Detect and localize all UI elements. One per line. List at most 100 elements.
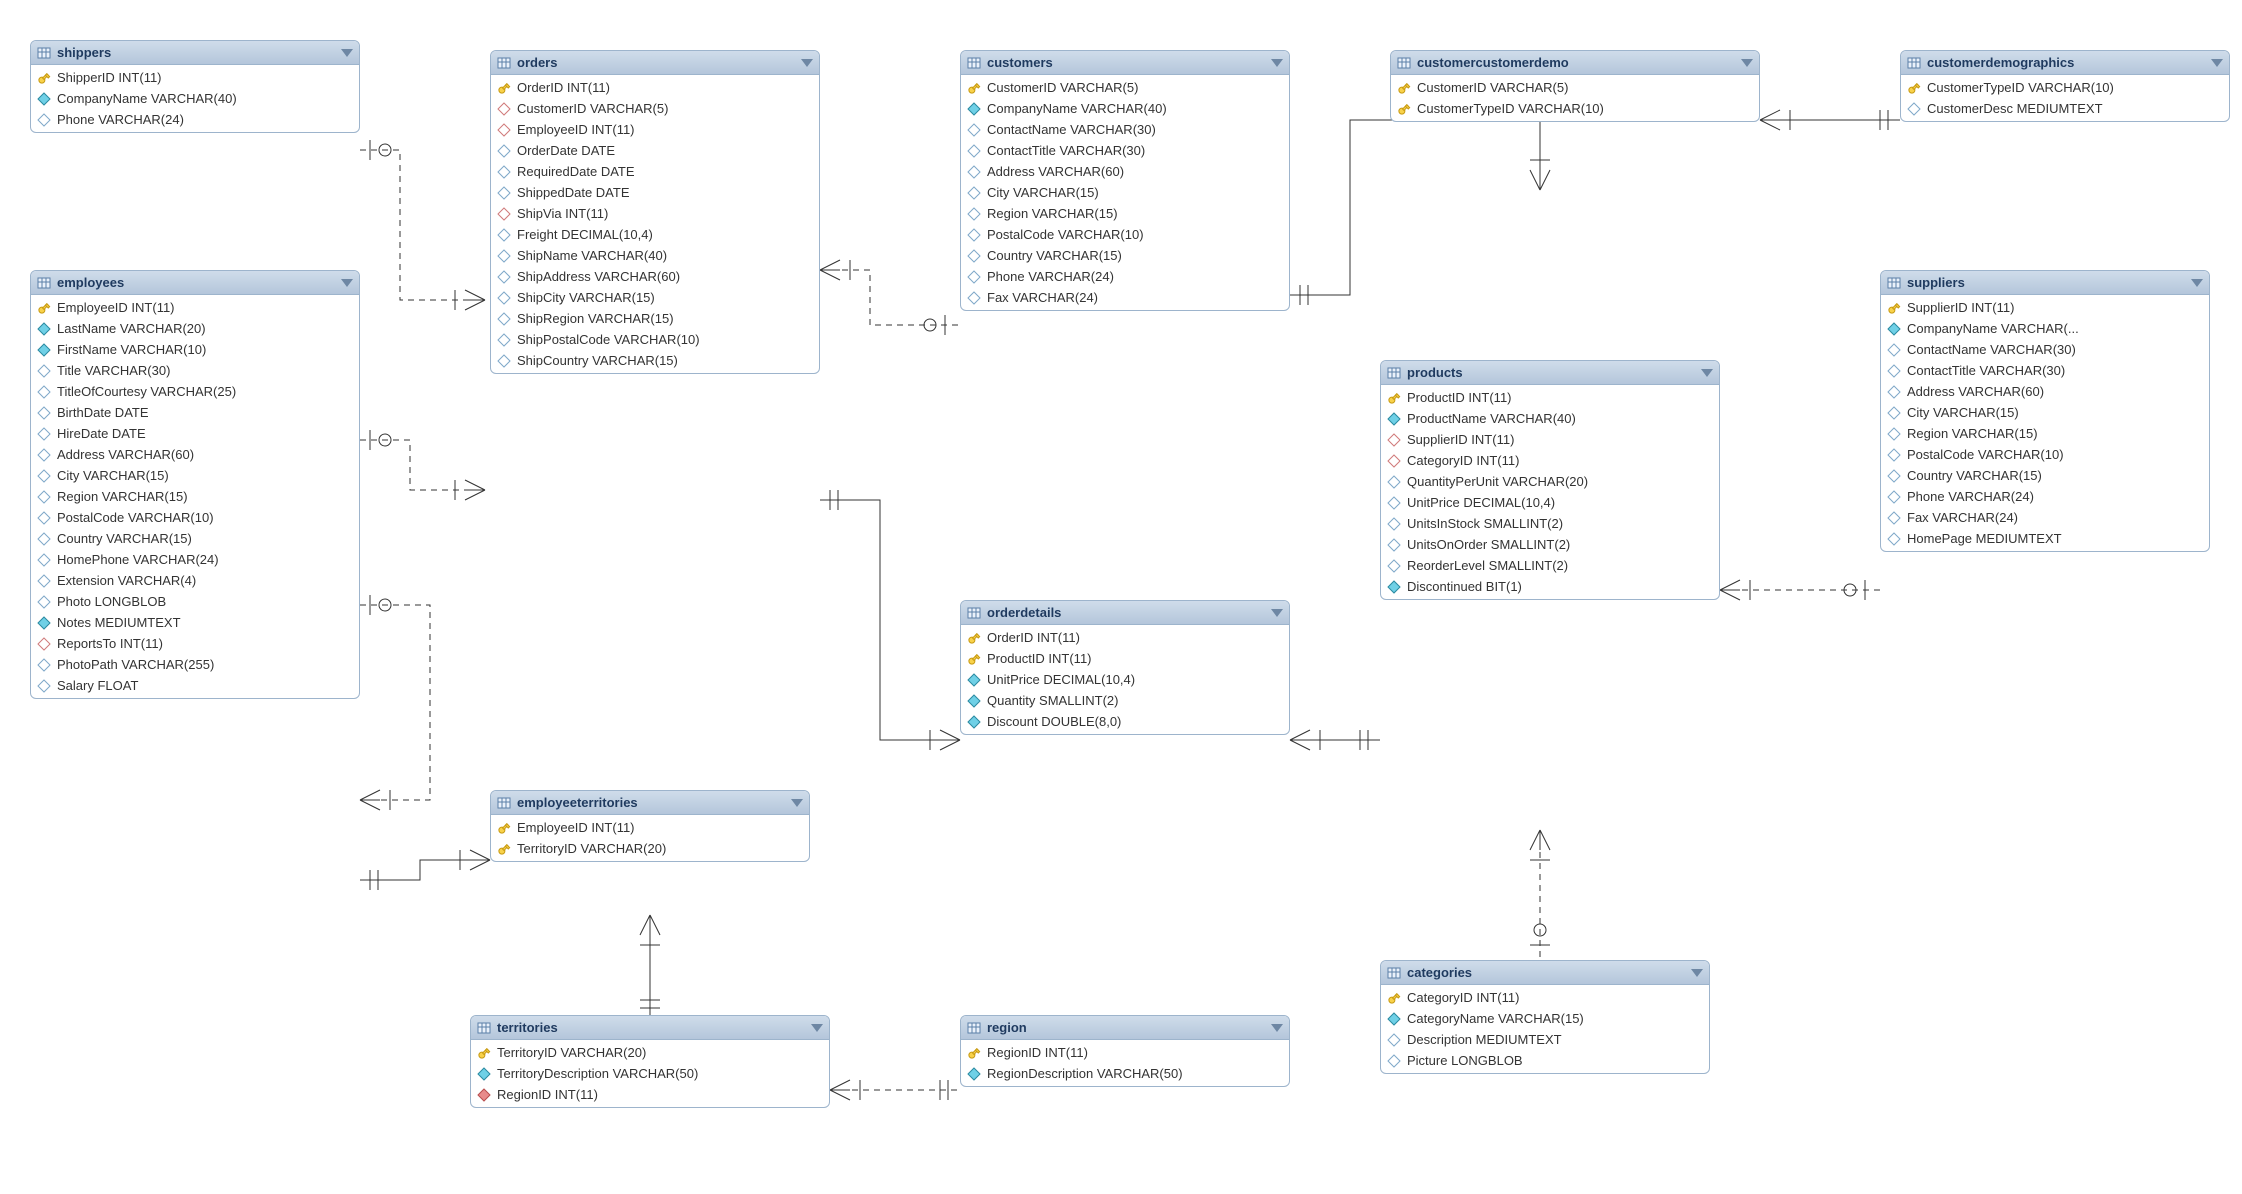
column-customers-9[interactable]: Phone VARCHAR(24) <box>961 266 1289 287</box>
column-orders-5[interactable]: ShippedDate DATE <box>491 182 819 203</box>
entity-customers[interactable]: customers CustomerID VARCHAR(5)CompanyNa… <box>960 50 1290 311</box>
collapse-icon[interactable] <box>1271 59 1283 67</box>
column-employees-10[interactable]: PostalCode VARCHAR(10) <box>31 507 359 528</box>
column-suppliers-5[interactable]: City VARCHAR(15) <box>1881 402 2209 423</box>
column-suppliers-3[interactable]: ContactTitle VARCHAR(30) <box>1881 360 2209 381</box>
column-orders-4[interactable]: RequiredDate DATE <box>491 161 819 182</box>
column-products-8[interactable]: ReorderLevel SMALLINT(2) <box>1381 555 1719 576</box>
column-products-4[interactable]: QuantityPerUnit VARCHAR(20) <box>1381 471 1719 492</box>
collapse-icon[interactable] <box>2211 59 2223 67</box>
column-employees-11[interactable]: Country VARCHAR(15) <box>31 528 359 549</box>
column-customercustomerdemo-0[interactable]: CustomerID VARCHAR(5) <box>1391 77 1759 98</box>
entity-header[interactable]: employees <box>31 271 359 295</box>
entity-header[interactable]: customers <box>961 51 1289 75</box>
entity-header[interactable]: orderdetails <box>961 601 1289 625</box>
entity-employeeterritories[interactable]: employeeterritories EmployeeID INT(11)Te… <box>490 790 810 862</box>
column-territories-1[interactable]: TerritoryDescription VARCHAR(50) <box>471 1063 829 1084</box>
column-suppliers-9[interactable]: Phone VARCHAR(24) <box>1881 486 2209 507</box>
entity-region[interactable]: region RegionID INT(11)RegionDescription… <box>960 1015 1290 1087</box>
column-orders-6[interactable]: ShipVia INT(11) <box>491 203 819 224</box>
column-orders-10[interactable]: ShipCity VARCHAR(15) <box>491 287 819 308</box>
entity-header[interactable]: categories <box>1381 961 1709 985</box>
entity-customerdemographics[interactable]: customerdemographics CustomerTypeID VARC… <box>1900 50 2230 122</box>
column-employees-5[interactable]: BirthDate DATE <box>31 402 359 423</box>
column-products-2[interactable]: SupplierID INT(11) <box>1381 429 1719 450</box>
column-customers-8[interactable]: Country VARCHAR(15) <box>961 245 1289 266</box>
entity-header[interactable]: products <box>1381 361 1719 385</box>
collapse-icon[interactable] <box>811 1024 823 1032</box>
column-employeeterritories-0[interactable]: EmployeeID INT(11) <box>491 817 809 838</box>
column-customercustomerdemo-1[interactable]: CustomerTypeID VARCHAR(10) <box>1391 98 1759 119</box>
column-products-5[interactable]: UnitPrice DECIMAL(10,4) <box>1381 492 1719 513</box>
collapse-icon[interactable] <box>341 279 353 287</box>
column-orders-1[interactable]: CustomerID VARCHAR(5) <box>491 98 819 119</box>
entity-orders[interactable]: orders OrderID INT(11)CustomerID VARCHAR… <box>490 50 820 374</box>
collapse-icon[interactable] <box>1271 609 1283 617</box>
column-orders-8[interactable]: ShipName VARCHAR(40) <box>491 245 819 266</box>
column-customers-2[interactable]: ContactName VARCHAR(30) <box>961 119 1289 140</box>
column-employeeterritories-1[interactable]: TerritoryID VARCHAR(20) <box>491 838 809 859</box>
column-orderdetails-0[interactable]: OrderID INT(11) <box>961 627 1289 648</box>
column-categories-0[interactable]: CategoryID INT(11) <box>1381 987 1709 1008</box>
column-employees-13[interactable]: Extension VARCHAR(4) <box>31 570 359 591</box>
column-customers-10[interactable]: Fax VARCHAR(24) <box>961 287 1289 308</box>
column-customers-5[interactable]: City VARCHAR(15) <box>961 182 1289 203</box>
entity-shippers[interactable]: shippers ShipperID INT(11)CompanyName VA… <box>30 40 360 133</box>
column-employees-7[interactable]: Address VARCHAR(60) <box>31 444 359 465</box>
column-employees-16[interactable]: ReportsTo INT(11) <box>31 633 359 654</box>
entity-header[interactable]: region <box>961 1016 1289 1040</box>
column-territories-2[interactable]: RegionID INT(11) <box>471 1084 829 1105</box>
column-employees-12[interactable]: HomePhone VARCHAR(24) <box>31 549 359 570</box>
column-suppliers-10[interactable]: Fax VARCHAR(24) <box>1881 507 2209 528</box>
column-suppliers-6[interactable]: Region VARCHAR(15) <box>1881 423 2209 444</box>
entity-header[interactable]: suppliers <box>1881 271 2209 295</box>
entity-header[interactable]: shippers <box>31 41 359 65</box>
column-employees-14[interactable]: Photo LONGBLOB <box>31 591 359 612</box>
column-employees-8[interactable]: City VARCHAR(15) <box>31 465 359 486</box>
column-orders-11[interactable]: ShipRegion VARCHAR(15) <box>491 308 819 329</box>
entity-header[interactable]: customercustomerdemo <box>1391 51 1759 75</box>
column-orders-12[interactable]: ShipPostalCode VARCHAR(10) <box>491 329 819 350</box>
column-orders-13[interactable]: ShipCountry VARCHAR(15) <box>491 350 819 371</box>
column-suppliers-2[interactable]: ContactName VARCHAR(30) <box>1881 339 2209 360</box>
column-customerdemographics-1[interactable]: CustomerDesc MEDIUMTEXT <box>1901 98 2229 119</box>
column-products-7[interactable]: UnitsOnOrder SMALLINT(2) <box>1381 534 1719 555</box>
column-shippers-2[interactable]: Phone VARCHAR(24) <box>31 109 359 130</box>
column-customers-1[interactable]: CompanyName VARCHAR(40) <box>961 98 1289 119</box>
column-categories-1[interactable]: CategoryName VARCHAR(15) <box>1381 1008 1709 1029</box>
column-orderdetails-1[interactable]: ProductID INT(11) <box>961 648 1289 669</box>
column-region-0[interactable]: RegionID INT(11) <box>961 1042 1289 1063</box>
column-customerdemographics-0[interactable]: CustomerTypeID VARCHAR(10) <box>1901 77 2229 98</box>
column-suppliers-0[interactable]: SupplierID INT(11) <box>1881 297 2209 318</box>
column-orders-3[interactable]: OrderDate DATE <box>491 140 819 161</box>
column-employees-17[interactable]: PhotoPath VARCHAR(255) <box>31 654 359 675</box>
column-products-1[interactable]: ProductName VARCHAR(40) <box>1381 408 1719 429</box>
column-shippers-1[interactable]: CompanyName VARCHAR(40) <box>31 88 359 109</box>
column-employees-0[interactable]: EmployeeID INT(11) <box>31 297 359 318</box>
column-customers-0[interactable]: CustomerID VARCHAR(5) <box>961 77 1289 98</box>
entity-header[interactable]: customerdemographics <box>1901 51 2229 75</box>
entity-customercustomerdemo[interactable]: customercustomerdemo CustomerID VARCHAR(… <box>1390 50 1760 122</box>
column-suppliers-7[interactable]: PostalCode VARCHAR(10) <box>1881 444 2209 465</box>
column-region-1[interactable]: RegionDescription VARCHAR(50) <box>961 1063 1289 1084</box>
entity-suppliers[interactable]: suppliers SupplierID INT(11)CompanyName … <box>1880 270 2210 552</box>
column-employees-4[interactable]: TitleOfCourtesy VARCHAR(25) <box>31 381 359 402</box>
collapse-icon[interactable] <box>2191 279 2203 287</box>
collapse-icon[interactable] <box>341 49 353 57</box>
column-customers-3[interactable]: ContactTitle VARCHAR(30) <box>961 140 1289 161</box>
column-orders-0[interactable]: OrderID INT(11) <box>491 77 819 98</box>
entity-header[interactable]: territories <box>471 1016 829 1040</box>
column-categories-3[interactable]: Picture LONGBLOB <box>1381 1050 1709 1071</box>
entity-orderdetails[interactable]: orderdetails OrderID INT(11)ProductID IN… <box>960 600 1290 735</box>
collapse-icon[interactable] <box>791 799 803 807</box>
column-suppliers-11[interactable]: HomePage MEDIUMTEXT <box>1881 528 2209 549</box>
column-employees-18[interactable]: Salary FLOAT <box>31 675 359 696</box>
column-orders-9[interactable]: ShipAddress VARCHAR(60) <box>491 266 819 287</box>
column-suppliers-4[interactable]: Address VARCHAR(60) <box>1881 381 2209 402</box>
column-employees-3[interactable]: Title VARCHAR(30) <box>31 360 359 381</box>
column-suppliers-8[interactable]: Country VARCHAR(15) <box>1881 465 2209 486</box>
column-products-0[interactable]: ProductID INT(11) <box>1381 387 1719 408</box>
collapse-icon[interactable] <box>1691 969 1703 977</box>
column-employees-1[interactable]: LastName VARCHAR(20) <box>31 318 359 339</box>
column-shippers-0[interactable]: ShipperID INT(11) <box>31 67 359 88</box>
